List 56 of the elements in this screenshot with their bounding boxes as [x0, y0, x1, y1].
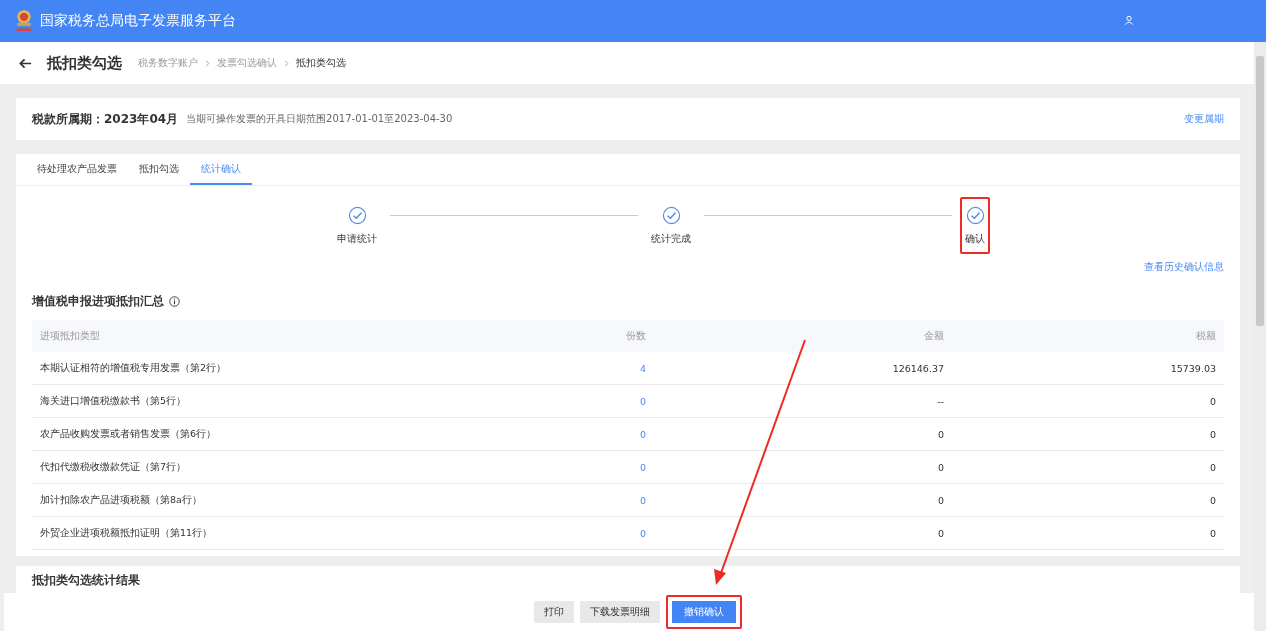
- section-title: 增值税申报进项抵扣汇总: [32, 294, 164, 309]
- check-circle-icon: [347, 206, 367, 225]
- breadcrumb-link[interactable]: 税务数字账户: [138, 56, 198, 70]
- period-label: 税款所属期：2023年04月: [32, 110, 179, 128]
- table-cell: 农产品收购发票或者销售发票（第6行）: [32, 417, 588, 451]
- change-period-link[interactable]: 变更属期: [1184, 112, 1224, 126]
- step-label: 申请统计: [337, 233, 377, 246]
- table-cell: 0: [654, 417, 952, 451]
- app-title: 国家税务总局电子发票服务平台: [40, 12, 236, 30]
- table-cell: 0: [654, 516, 952, 550]
- period-note: 当期可操作发票的开具日期范围2017-01-01至2023-04-30: [186, 112, 453, 126]
- table-cell: 0: [654, 483, 952, 517]
- action-button[interactable]: 打印: [534, 601, 574, 623]
- table-cell: 海关进口增值税缴款书（第5行）: [32, 384, 588, 418]
- count-link[interactable]: 0: [588, 516, 654, 550]
- table-cell: 外贸企业进项税额抵扣证明（第11行）: [32, 516, 588, 550]
- table-cell: 0: [952, 417, 1224, 451]
- count-link[interactable]: 0: [588, 483, 654, 517]
- column-header: 金额: [654, 320, 952, 352]
- action-button[interactable]: 撤销确认: [666, 595, 742, 629]
- table-cell: 0: [952, 450, 1224, 484]
- count-link[interactable]: 0: [588, 417, 654, 451]
- chevron-icon: [204, 59, 211, 67]
- table-cell: 0: [952, 483, 1224, 517]
- column-header: 进项抵扣类型: [32, 320, 588, 352]
- breadcrumb-link[interactable]: 抵扣类勾选: [296, 56, 346, 70]
- table-cell: 加计扣除农产品进项税额（第8a行）: [32, 483, 588, 517]
- table-cell: 15739.03: [952, 352, 1224, 385]
- page-title: 抵扣类勾选: [47, 53, 122, 73]
- user-icon[interactable]: [1124, 15, 1134, 25]
- count-link[interactable]: 0: [588, 384, 654, 418]
- section-title: 抵扣类勾选统计结果: [32, 573, 140, 587]
- table-cell: 本期认证相符的增值税专用发票（第2行）: [32, 352, 588, 385]
- action-button[interactable]: 下载发票明细: [580, 601, 660, 623]
- tab[interactable]: 抵扣勾选: [128, 154, 190, 185]
- count-link[interactable]: 0: [588, 450, 654, 484]
- history-link[interactable]: 查看历史确认信息: [1144, 260, 1224, 274]
- table-cell: 0: [654, 450, 952, 484]
- tab[interactable]: 待处理农产品发票: [26, 154, 128, 185]
- column-header: 税额: [952, 320, 1224, 352]
- check-circle-icon: [661, 206, 681, 225]
- info-icon[interactable]: [169, 296, 180, 307]
- table-cell: 0: [952, 384, 1224, 418]
- count-link[interactable]: 4: [588, 352, 654, 385]
- column-header: 份数: [588, 320, 654, 352]
- tab[interactable]: 统计确认: [190, 154, 252, 185]
- chevron-icon: [283, 59, 290, 67]
- table-cell: --: [654, 384, 952, 418]
- table-cell: 126146.37: [654, 352, 952, 385]
- emblem-icon: [14, 8, 34, 34]
- step-label: 确认: [965, 233, 985, 246]
- check-circle-icon: [965, 206, 985, 225]
- table-cell: 0: [952, 516, 1224, 550]
- breadcrumb-link[interactable]: 发票勾选确认: [217, 56, 277, 70]
- step-label: 统计完成: [651, 233, 691, 246]
- table-cell: 代扣代缴税收缴款凭证（第7行）: [32, 450, 588, 484]
